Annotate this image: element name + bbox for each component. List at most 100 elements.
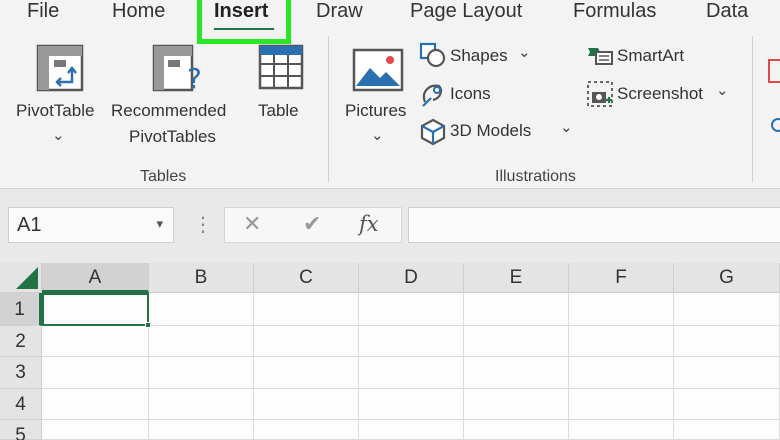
recommended-label-line1[interactable]: Recommended	[111, 101, 226, 121]
pictures-icon[interactable]	[352, 48, 404, 92]
formula-buttons: ✕ ✔ fx	[224, 207, 402, 243]
table-label[interactable]: Table	[258, 101, 299, 121]
screenshot-label[interactable]: Screenshot	[617, 84, 703, 104]
active-cell-a1[interactable]	[42, 293, 149, 326]
select-all-button[interactable]	[0, 263, 42, 293]
group-separator	[328, 36, 329, 182]
recommended-charts-icon[interactable]	[770, 114, 780, 136]
cell-d5[interactable]	[359, 420, 464, 440]
cell-f1[interactable]	[569, 293, 674, 326]
cell-e5[interactable]	[464, 420, 569, 440]
more-options-icon[interactable]: ⋮	[193, 212, 213, 237]
column-header-a[interactable]: A	[42, 263, 149, 293]
recommended-label-line2[interactable]: PivotTables	[129, 127, 216, 147]
row-header-3[interactable]: 3	[0, 357, 42, 389]
pivottable-icon[interactable]	[36, 44, 84, 92]
cell-f4[interactable]	[569, 389, 674, 420]
row-header-5[interactable]: 5	[0, 420, 42, 440]
icons-label[interactable]: Icons	[450, 84, 491, 104]
name-box-caret-down-icon[interactable]: ▾	[156, 216, 163, 232]
row-header-4[interactable]: 4	[0, 389, 42, 420]
row-header-1[interactable]: 1	[0, 293, 42, 326]
cell-e4[interactable]	[464, 389, 569, 420]
cell-g4[interactable]	[674, 389, 780, 420]
cell-c3[interactable]	[254, 357, 359, 389]
tab-draw[interactable]: Draw	[316, 0, 363, 23]
insert-tab-highlight	[197, 0, 291, 44]
cell-d4[interactable]	[359, 389, 464, 420]
cancel-icon[interactable]: ✕	[243, 211, 261, 237]
tables-group-label: Tables	[140, 168, 187, 185]
screenshot-chevron-down-icon[interactable]: ⌄	[716, 81, 729, 99]
formula-input[interactable]	[408, 207, 780, 243]
shapes-chevron-down-icon[interactable]: ⌄	[518, 43, 531, 61]
spreadsheet-grid: A B C D E F G 1 2 3 4 5	[0, 263, 780, 440]
column-header-g[interactable]: G	[674, 263, 780, 293]
table-icon[interactable]	[258, 44, 304, 90]
cell-g2[interactable]	[674, 326, 780, 357]
cell-g1[interactable]	[674, 293, 780, 326]
enter-check-icon[interactable]: ✔	[303, 211, 321, 237]
cell-c5[interactable]	[254, 420, 359, 440]
tab-home[interactable]: Home	[112, 0, 165, 23]
cell-a2[interactable]	[42, 326, 149, 357]
tab-formulas[interactable]: Formulas	[573, 0, 656, 23]
addins-icon[interactable]	[768, 58, 780, 84]
tab-data[interactable]: Data	[706, 0, 748, 23]
cell-f3[interactable]	[569, 357, 674, 389]
cell-d3[interactable]	[359, 357, 464, 389]
cell-e2[interactable]	[464, 326, 569, 357]
cell-d2[interactable]	[359, 326, 464, 357]
pictures-chevron-down-icon[interactable]: ⌄	[371, 126, 384, 144]
cell-a3[interactable]	[42, 357, 149, 389]
recommended-pivottables-icon[interactable]: ?	[152, 44, 204, 92]
tab-page-layout[interactable]: Page Layout	[410, 0, 522, 23]
cell-b5[interactable]	[149, 420, 254, 440]
select-all-triangle-icon	[16, 267, 38, 289]
formula-bar-row: A1 ▾ ⋮ ✕ ✔ fx	[0, 190, 780, 263]
cell-b1[interactable]	[149, 293, 254, 326]
ribbon: PivotTable ⌄ ? Recommended PivotTables T…	[0, 30, 780, 189]
cell-c4[interactable]	[254, 389, 359, 420]
cell-b4[interactable]	[149, 389, 254, 420]
pivottable-label[interactable]: PivotTable	[16, 101, 94, 121]
pivottable-chevron-down-icon[interactable]: ⌄	[52, 126, 65, 144]
group-separator	[752, 36, 753, 182]
cell-b2[interactable]	[149, 326, 254, 357]
cell-c1[interactable]	[254, 293, 359, 326]
pictures-label[interactable]: Pictures	[345, 101, 406, 121]
3d-models-chevron-down-icon[interactable]: ⌄	[560, 118, 573, 136]
cell-a5[interactable]	[42, 420, 149, 440]
icons-icon[interactable]	[419, 80, 447, 108]
cell-g3[interactable]	[674, 357, 780, 389]
column-header-b[interactable]: B	[149, 263, 254, 293]
cell-f2[interactable]	[569, 326, 674, 357]
shapes-label[interactable]: Shapes	[450, 46, 508, 66]
tab-file[interactable]: File	[27, 0, 59, 23]
column-header-c[interactable]: C	[254, 263, 359, 293]
cell-g5[interactable]	[674, 420, 780, 440]
screenshot-icon[interactable]	[586, 80, 614, 108]
cell-c2[interactable]	[254, 326, 359, 357]
column-header-f[interactable]: F	[569, 263, 674, 293]
cell-e1[interactable]	[464, 293, 569, 326]
name-box[interactable]: A1 ▾	[8, 207, 174, 243]
column-header-d[interactable]: D	[359, 263, 464, 293]
insert-function-icon[interactable]: fx	[359, 212, 379, 236]
cell-a4[interactable]	[42, 389, 149, 420]
shapes-icon[interactable]	[419, 42, 447, 68]
cell-b3[interactable]	[149, 357, 254, 389]
fill-handle[interactable]	[145, 322, 151, 328]
cell-f5[interactable]	[569, 420, 674, 440]
svg-text:?: ?	[187, 62, 202, 92]
3d-models-label[interactable]: 3D Models	[450, 121, 531, 141]
row-header-2[interactable]: 2	[0, 326, 42, 357]
cell-d1[interactable]	[359, 293, 464, 326]
smartart-label[interactable]: SmartArt	[617, 46, 684, 66]
3d-models-icon[interactable]	[420, 118, 446, 146]
cell-e3[interactable]	[464, 357, 569, 389]
smartart-icon[interactable]	[586, 44, 614, 66]
name-box-value: A1	[17, 214, 42, 236]
column-header-e[interactable]: E	[464, 263, 569, 293]
illustrations-group-label: Illustrations	[495, 168, 576, 185]
